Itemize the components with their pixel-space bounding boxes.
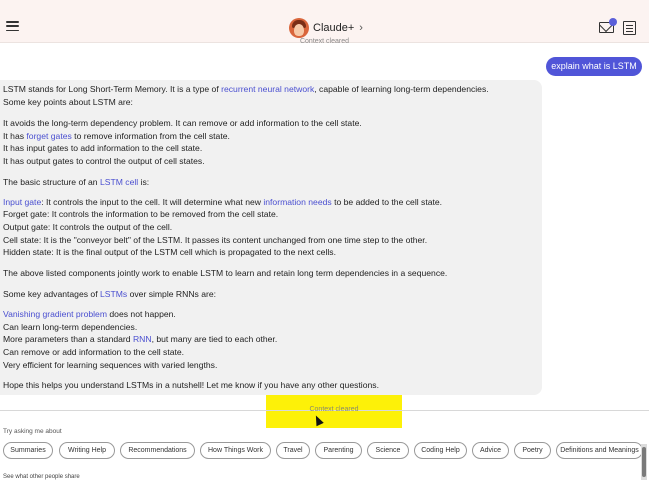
reply-text: Very efficient for learning sequences wi… xyxy=(3,360,218,370)
reply-text: LSTM stands for Long Short-Term Memory. … xyxy=(3,84,222,94)
suggestion-chip[interactable]: Writing Help xyxy=(59,442,115,459)
reply-line: Very efficient for learning sequences wi… xyxy=(3,360,217,370)
reply-line: It avoids the long-term dependency probl… xyxy=(3,118,362,128)
reply-line: Input gate: It controls the input to the… xyxy=(3,197,442,207)
suggestion-chip[interactable]: How Things Work xyxy=(200,442,271,459)
reply-text: The basic structure of an xyxy=(3,177,100,187)
reply-text: The above listed components jointly work… xyxy=(3,268,448,278)
notes-icon[interactable] xyxy=(623,21,636,35)
reply-text: It has xyxy=(3,131,27,141)
reply-line: Hope this helps you understand LSTMs in … xyxy=(3,380,379,390)
reply-link[interactable]: LSTMs xyxy=(100,289,127,299)
reply-text: Output gate: It controls the output of t… xyxy=(3,222,173,232)
reply-text: It has input gates to add information to… xyxy=(3,143,203,153)
suggestion-chips: Summaries Writing Help Recommendations How … xyxy=(0,442,649,460)
notification-badge xyxy=(609,18,617,26)
reply-line: Vanishing gradient problem does not happ… xyxy=(3,309,176,319)
suggestion-chip[interactable]: Coding Help xyxy=(414,442,467,459)
reply-text: Forget gate: It controls the information… xyxy=(3,209,279,219)
context-cleared-label: Context cleared xyxy=(309,406,359,413)
suggestion-chip[interactable]: Poetry xyxy=(514,442,551,459)
reply-line: Forget gate: It controls the information… xyxy=(3,209,278,219)
assistant-reply-bubble: LSTM stands for Long Short-Term Memory. … xyxy=(0,80,542,395)
reply-line: Hidden state: It is the final output of … xyxy=(3,247,336,257)
reply-line: Cell state: It is the "conveyor belt" of… xyxy=(3,235,427,245)
reply-text: , but many are tied to each other. xyxy=(151,334,278,344)
see-more-heading: See what other people share xyxy=(3,474,80,480)
reply-text: , capable of learning long-term dependen… xyxy=(314,84,489,94)
user-message-bubble: explain what is LSTM xyxy=(546,57,642,76)
reply-text: It avoids the long-term dependency probl… xyxy=(3,118,362,128)
reply-line: It has input gates to add information to… xyxy=(3,143,202,153)
suggestion-chip[interactable]: Parenting xyxy=(315,442,362,459)
reply-text: Hidden state: It is the final output of … xyxy=(3,247,336,257)
reply-link[interactable]: LSTM cell xyxy=(100,177,138,187)
reply-line: Some key advantages of LSTMs over simple… xyxy=(3,289,216,299)
context-cleared-top-label: Context cleared xyxy=(299,38,350,45)
bot-title-button[interactable]: Claude+ › xyxy=(289,17,363,39)
reply-text: It has output gates to control the outpu… xyxy=(3,156,205,166)
reply-link[interactable]: RNN xyxy=(133,334,152,344)
reply-line: More parameters than a standard RNN, but… xyxy=(3,334,277,344)
reply-line: It has output gates to control the outpu… xyxy=(3,156,205,166)
reply-text: to be added to the cell state. xyxy=(331,197,443,207)
top-bar: Claude+ › xyxy=(0,0,649,43)
chevron-right-icon: › xyxy=(359,22,363,34)
suggestion-chip[interactable]: Science xyxy=(367,442,409,459)
suggestion-chip[interactable]: Definitions and Meanings xyxy=(556,442,643,459)
bot-avatar xyxy=(289,18,309,38)
reply-line: The above listed components jointly work… xyxy=(3,268,447,278)
reply-line: The basic structure of an LSTM cell is: xyxy=(3,177,149,187)
reply-line: LSTM stands for Long Short-Term Memory. … xyxy=(3,84,489,94)
reply-text: Some key advantages of xyxy=(3,289,100,299)
reply-link[interactable]: forget gates xyxy=(26,131,71,141)
reply-line: Output gate: It controls the output of t… xyxy=(3,222,172,232)
reply-text: : It controls the input to the cell. It … xyxy=(41,197,264,207)
reply-text: over simple RNNs are: xyxy=(127,289,217,299)
reply-text: Can remove or add information to the cel… xyxy=(3,347,185,357)
reply-text: is: xyxy=(138,177,150,187)
reply-text: Cell state: It is the "conveyor belt" of… xyxy=(3,235,428,245)
reply-text: to remove information from the cell stat… xyxy=(71,131,230,141)
suggestion-chip[interactable]: Recommendations xyxy=(120,442,195,459)
hamburger-menu-icon[interactable] xyxy=(6,21,19,31)
reply-link[interactable]: recurrent neural network xyxy=(221,84,314,94)
suggestion-chip[interactable]: Advice xyxy=(472,442,509,459)
suggestions-heading: Try asking me about xyxy=(3,428,62,435)
reply-line: It has forget gates to remove informatio… xyxy=(3,131,230,141)
reply-text: Some key points about LSTM are: xyxy=(3,97,133,107)
reply-link[interactable]: information needs xyxy=(263,197,331,207)
reply-line: Can remove or add information to the cel… xyxy=(3,347,184,357)
reply-line: Can learn long-term dependencies. xyxy=(3,322,137,332)
reply-link[interactable]: Vanishing gradient problem xyxy=(3,309,107,319)
bot-name: Claude+ xyxy=(313,22,355,34)
reply-line: Some key points about LSTM are: xyxy=(3,97,133,107)
reply-text: does not happen. xyxy=(107,309,176,319)
reply-text: Can learn long-term dependencies. xyxy=(3,322,138,332)
suggestion-chip[interactable]: Travel xyxy=(276,442,310,459)
suggestion-chip[interactable]: Summaries xyxy=(3,442,53,459)
scrollbar-thumb[interactable] xyxy=(642,447,646,477)
reply-link[interactable]: Input gate xyxy=(3,197,41,207)
reply-text: Hope this helps you understand LSTMs in … xyxy=(3,380,379,390)
reply-text: More parameters than a standard xyxy=(3,334,133,344)
